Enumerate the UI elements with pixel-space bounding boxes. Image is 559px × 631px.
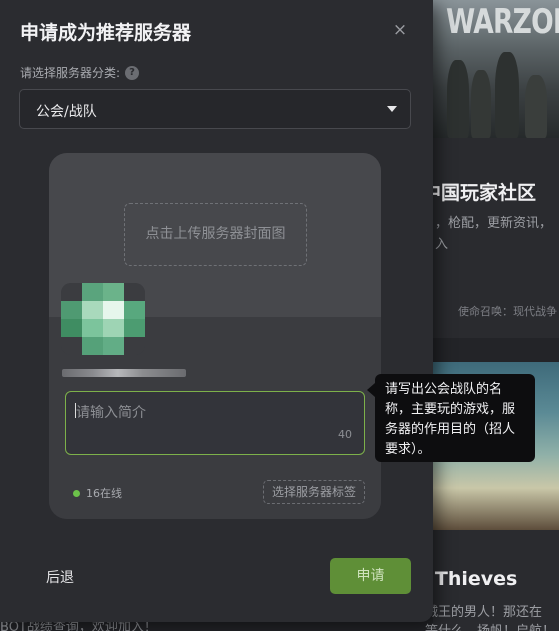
banner-text: WARZON (446, 2, 559, 42)
server-preview-card: 点击上传服务器封面图 请输入简介 40 16在线 选择服务器标签 (49, 153, 381, 519)
server-avatar[interactable] (61, 283, 145, 355)
server-card-desc: 等什么，扬帆！启航！ (425, 620, 555, 631)
help-icon[interactable]: ? (125, 65, 140, 80)
intro-textarea[interactable]: 请输入简介 40 (65, 391, 365, 455)
caret-down-icon (387, 106, 397, 112)
apply-recommended-server-dialog: 申请成为推荐服务器 × 请选择服务器分类: ? 公会/战队 点击上传服务器封面图… (0, 0, 433, 622)
tooltip-arrow (367, 383, 375, 397)
server-card-title: f Thieves (420, 568, 518, 590)
category-select[interactable]: 公会/战队 (19, 89, 411, 129)
category-label-text: 请选择服务器分类: (20, 66, 121, 80)
intro-hint-tooltip: 请写出公会战队的名 称，主要玩的游戏，服 务器的作用目的（招人 要求）。 (375, 374, 535, 462)
tooltip-line: 请写出公会战队的名 (385, 382, 503, 397)
server-card-title: 中国玩家社区 (422, 182, 537, 204)
upload-cover-button[interactable]: 点击上传服务器封面图 (124, 203, 307, 266)
server-card-desc: 入 (435, 237, 449, 252)
apply-button[interactable]: 申请 (330, 558, 411, 594)
online-dot-icon (73, 489, 80, 497)
online-count: 16在线 (86, 487, 122, 500)
close-icon[interactable]: × (390, 20, 410, 40)
back-button[interactable]: 后退 (46, 567, 74, 587)
intro-char-counter: 40 (338, 428, 352, 441)
dialog-title: 申请成为推荐服务器 (20, 22, 192, 44)
server-name-placeholder (62, 369, 186, 377)
category-select-value: 公会/战队 (36, 104, 97, 120)
tooltip-line: 要求）。 (385, 442, 431, 457)
select-tags-button[interactable]: 选择服务器标签 (263, 480, 365, 504)
server-card-desc: 贼王的男人！那还在 (425, 605, 543, 620)
server-card-desc: ，枪配，更新资讯， (435, 216, 553, 231)
server-card-tag: 使命召唤：现代战争 (458, 305, 557, 318)
tooltip-line: 称，主要玩的游戏，服 (385, 402, 516, 417)
category-label: 请选择服务器分类: ? (20, 64, 140, 81)
intro-placeholder: 请输入简介 (76, 405, 146, 421)
online-status: 16在线 (73, 485, 122, 501)
tooltip-line: 务器的作用目的（招人 (385, 422, 516, 437)
